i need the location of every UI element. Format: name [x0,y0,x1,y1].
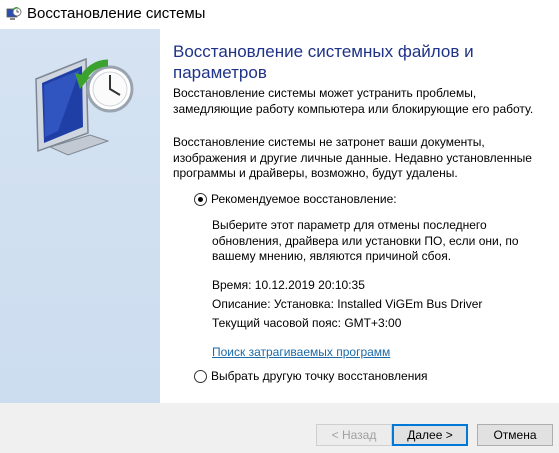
restore-point-description: Описание: Установка: Installed ViGEm Bus… [212,297,483,311]
recommended-restore-label[interactable]: Рекомендуемое восстановление: [211,192,397,206]
radio-button-checked[interactable] [194,193,207,206]
recommended-description: Выберите этот параметр для отмены послед… [212,218,519,263]
next-button[interactable]: Далее > [392,424,468,446]
restore-point-time: Время: 10.12.2019 20:10:35 [212,278,365,292]
system-restore-icon [6,7,22,20]
button-bar [0,403,559,453]
choose-other-point-label[interactable]: Выбрать другую точку восстановления [211,369,428,383]
back-button[interactable]: < Назад [316,424,392,446]
cancel-button[interactable]: Отмена [477,424,553,446]
system-restore-monitor-clock-icon [35,57,134,156]
restore-point-timezone: Текущий часовой пояс: GMT+3:00 [212,316,402,330]
radio-button-unchecked[interactable] [194,370,207,383]
info-paragraph: Восстановление системы не затронет ваши … [173,135,532,180]
page-heading: Восстановление системных файлов и параме… [173,42,474,82]
sidebar [0,29,160,453]
scan-affected-programs-link[interactable]: Поиск затрагиваемых программ [212,345,390,359]
window-title: Восстановление системы [27,5,206,22]
title-bar: Восстановление системы [0,0,559,29]
intro-paragraph: Восстановление системы может устранить п… [173,86,534,116]
